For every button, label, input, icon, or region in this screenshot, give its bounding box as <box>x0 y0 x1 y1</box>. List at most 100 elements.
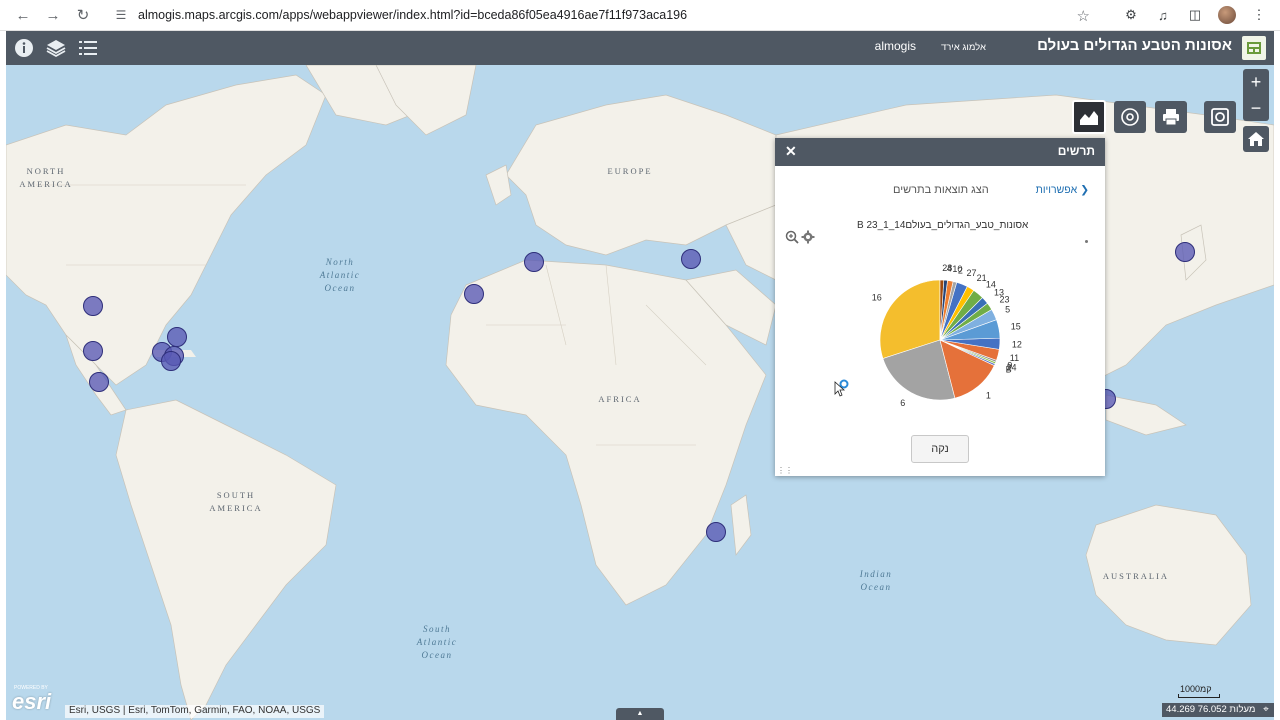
close-icon[interactable]: ✕ <box>785 143 797 160</box>
pie-slice[interactable] <box>939 279 948 341</box>
home-icon[interactable] <box>1243 126 1269 152</box>
reload-icon[interactable]: ↻ <box>68 3 98 27</box>
chart-panel-header: ✕ תרשים <box>775 138 1105 166</box>
legend-list-icon[interactable] <box>76 36 100 60</box>
chart-panel: ✕ תרשים ❮ אפשרויות הצג תוצאות בתרשים אסו… <box>775 138 1105 476</box>
chart-tools <box>785 230 815 249</box>
browser-bar: ← → ↻ ☰ almogis.maps.arcgis.com/apps/web… <box>0 0 1280 31</box>
user-link[interactable]: אלמוג אירד <box>941 42 986 53</box>
options-link[interactable]: ❮ אפשרויות <box>1036 184 1089 196</box>
pie-slice-label: 6 <box>900 398 905 408</box>
pie-slice-label: 10 <box>952 264 962 274</box>
basemap-gallery-icon[interactable] <box>1114 101 1146 133</box>
page-title: אסונות הטבע הגדולים בעולם <box>1037 37 1232 54</box>
esri-logo[interactable]: esri <box>12 689 51 715</box>
disaster-marker[interactable] <box>681 249 701 269</box>
attribute-table-tab[interactable]: ▲ <box>616 708 664 720</box>
label-europe: EUROPE <box>607 166 653 176</box>
pie-slice-label: 1 <box>986 390 991 400</box>
label-south-america: SOUTH AMERICA <box>209 490 263 513</box>
coordinate-toggle-icon[interactable]: ⌖ <box>1258 703 1274 717</box>
disaster-marker[interactable] <box>706 522 726 542</box>
chart-panel-title: תרשים <box>1057 144 1095 158</box>
scale-label: 1000קמ <box>1180 684 1212 694</box>
label-south-atlantic: South Atlantic Ocean <box>416 624 458 660</box>
results-text: הצג תוצאות בתרשים <box>893 184 989 196</box>
label-north-america: NORTH AMERICA <box>19 166 73 189</box>
label-north-atlantic: North Atlantic Ocean <box>319 257 361 293</box>
pie-slice[interactable] <box>939 302 993 341</box>
chart-widget-icon[interactable] <box>1072 100 1106 134</box>
pie-slice-label: 11 <box>1010 353 1019 363</box>
chart-menu-dot[interactable] <box>1085 240 1088 243</box>
pie-slice[interactable] <box>939 339 1000 361</box>
disaster-marker[interactable] <box>161 351 181 371</box>
pie-slice[interactable] <box>882 339 956 401</box>
disaster-marker[interactable] <box>167 327 187 347</box>
pie-slice-label: 14 <box>986 280 996 290</box>
org-name[interactable]: almogis <box>875 39 916 53</box>
extensions-icon[interactable]: ⚙ <box>1118 3 1144 27</box>
pie-slice[interactable] <box>939 339 996 366</box>
gear-icon[interactable] <box>801 230 815 249</box>
pie-slice[interactable] <box>939 280 954 341</box>
options-link-label: אפשרויות <box>1035 184 1078 196</box>
pie-slice[interactable] <box>939 286 975 341</box>
resize-grip-icon[interactable]: ⋮⋮ <box>777 466 793 475</box>
layers-icon[interactable] <box>44 36 68 60</box>
share-icon[interactable] <box>1204 101 1236 133</box>
forward-icon[interactable]: → <box>38 3 68 27</box>
disaster-marker[interactable] <box>524 252 544 272</box>
disaster-marker[interactable] <box>83 296 103 316</box>
chart-title: אסונות_טבע_הגדולים_בעולם14_1_23 B <box>857 220 1029 231</box>
site-info-icon[interactable]: ☰ <box>110 8 132 22</box>
app-logo-icon <box>1242 36 1266 60</box>
pie-slice[interactable] <box>879 279 941 359</box>
print-icon[interactable] <box>1155 101 1187 133</box>
disaster-marker[interactable] <box>83 341 103 361</box>
zoom-icon[interactable] <box>785 230 799 249</box>
info-icon[interactable] <box>12 36 36 60</box>
pie-slice[interactable] <box>939 339 997 365</box>
pie-slice[interactable] <box>939 339 995 399</box>
pie-slice-label: 12 <box>1012 340 1022 350</box>
pie-slice-label: 9 <box>1007 360 1012 370</box>
pie-slice[interactable] <box>939 279 945 341</box>
cursor-icon <box>834 379 849 397</box>
disaster-marker[interactable] <box>464 284 484 304</box>
pie-slice-label: 5 <box>1005 304 1010 314</box>
pie-slice[interactable] <box>939 337 1001 350</box>
label-australia: AUSTRALIA <box>1102 571 1170 581</box>
pie-slice[interactable] <box>939 281 958 341</box>
pie-slice-label: 13 <box>994 287 1004 297</box>
sidepanel-icon[interactable]: ◫ <box>1182 3 1208 27</box>
menu-icon[interactable]: ⋮ <box>1246 3 1272 27</box>
zoom-out-icon[interactable]: − <box>1243 95 1269 121</box>
pie-slice[interactable] <box>939 339 997 363</box>
pie-slice[interactable] <box>939 297 988 341</box>
label-africa: AFRICA <box>598 394 642 404</box>
media-icon[interactable]: ♫ <box>1150 3 1176 27</box>
pie-slice[interactable] <box>939 319 1001 341</box>
app-header: almogis אלמוג אירד אסונות הטבע הגדולים ב… <box>6 31 1274 65</box>
pie-slice-label: 27 <box>967 268 977 278</box>
pie-slice-label: 21 <box>977 273 987 283</box>
pie-slice-label: 15 <box>1011 322 1021 332</box>
pie-slice[interactable] <box>939 282 968 341</box>
browser-actions: ⚙ ♫ ◫ ⋮ <box>1118 3 1272 27</box>
map-attribution: Esri, USGS | Esri, TomTom, Garmin, FAO, … <box>65 705 325 718</box>
clear-button[interactable]: נקה <box>911 435 969 463</box>
back-icon[interactable]: ← <box>8 3 38 27</box>
pie-slice-label: 4 <box>947 263 952 273</box>
zoom-control: + − <box>1243 69 1269 121</box>
avatar[interactable] <box>1214 3 1240 27</box>
address-bar[interactable]: ☰ almogis.maps.arcgis.com/apps/webappvie… <box>104 3 1100 27</box>
zoom-in-icon[interactable]: + <box>1243 69 1269 95</box>
pie-slice[interactable] <box>939 309 997 341</box>
bookmark-star-icon[interactable]: ☆ <box>1077 7 1090 25</box>
scale-bar <box>1178 694 1220 698</box>
coordinate-readout: 44.269 76.052 מעלות <box>1162 703 1260 717</box>
disaster-marker[interactable] <box>89 372 109 392</box>
disaster-marker[interactable] <box>1175 242 1195 262</box>
pie-slice[interactable] <box>939 289 983 341</box>
